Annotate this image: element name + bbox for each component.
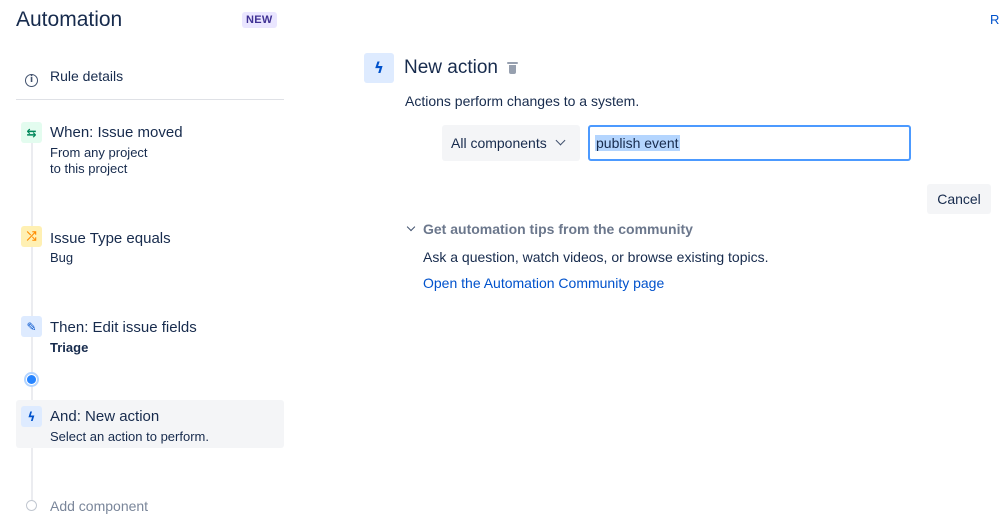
step-title: When: Issue moved xyxy=(50,124,183,141)
add-component-link[interactable]: Add component xyxy=(50,498,148,514)
chevron-down-icon xyxy=(555,135,566,146)
tips-description: Ask a question, watch videos, or browse … xyxy=(423,249,769,265)
search-input-value: publish event xyxy=(595,135,680,151)
insert-point-dot[interactable] xyxy=(24,372,39,387)
add-component-dot xyxy=(26,500,37,511)
step-subtitle: Bug xyxy=(50,250,74,265)
lightning-icon: ϟ xyxy=(364,53,394,83)
step-title: And: New action xyxy=(50,408,160,425)
step-title: Then: Edit issue fields xyxy=(50,319,197,336)
rule-step-new-action[interactable]: ϟ And: New action Select an action to pe… xyxy=(16,400,284,448)
component-select-value: All components xyxy=(451,135,547,151)
step-subtitle: Select an action to perform. xyxy=(50,429,209,444)
chevron-down-icon[interactable] xyxy=(406,222,416,232)
lightning-icon: ϟ xyxy=(21,406,42,427)
new-badge: NEW xyxy=(242,12,277,28)
step-subtitle: to this project xyxy=(50,161,128,176)
step-subtitle: Triage xyxy=(50,340,89,355)
shuffle-icon: ⤮ xyxy=(21,226,42,247)
swap-arrows-icon: ⇆ xyxy=(21,122,42,143)
component-select[interactable]: All components xyxy=(442,125,580,161)
step-subtitle: From any project xyxy=(50,145,148,160)
pencil-icon: ✎ xyxy=(21,316,42,337)
rule-details-label: Rule details xyxy=(50,67,124,84)
community-link[interactable]: Open the Automation Community page xyxy=(423,275,664,291)
panel-description: Actions perform changes to a system. xyxy=(405,93,640,109)
rule-step-condition[interactable]: ⤮ Issue Type equals Bug xyxy=(16,224,284,274)
step-title: Issue Type equals xyxy=(50,230,171,247)
panel-title: New action xyxy=(404,57,498,78)
info-icon: i xyxy=(25,74,38,87)
action-search-input[interactable]: publish event xyxy=(588,125,911,161)
header-edge-link[interactable]: R xyxy=(990,12,999,27)
rule-step-edit-fields[interactable]: ✎ Then: Edit issue fields Triage xyxy=(16,314,284,364)
rule-details-item[interactable]: i Rule details xyxy=(16,62,284,100)
page-title: Automation xyxy=(16,8,123,31)
tips-toggle[interactable]: Get automation tips from the community xyxy=(423,221,693,237)
cancel-button[interactable]: Cancel xyxy=(927,184,991,214)
trash-icon[interactable] xyxy=(507,62,518,75)
rule-step-trigger[interactable]: ⇆ When: Issue moved From any project to … xyxy=(16,118,284,188)
